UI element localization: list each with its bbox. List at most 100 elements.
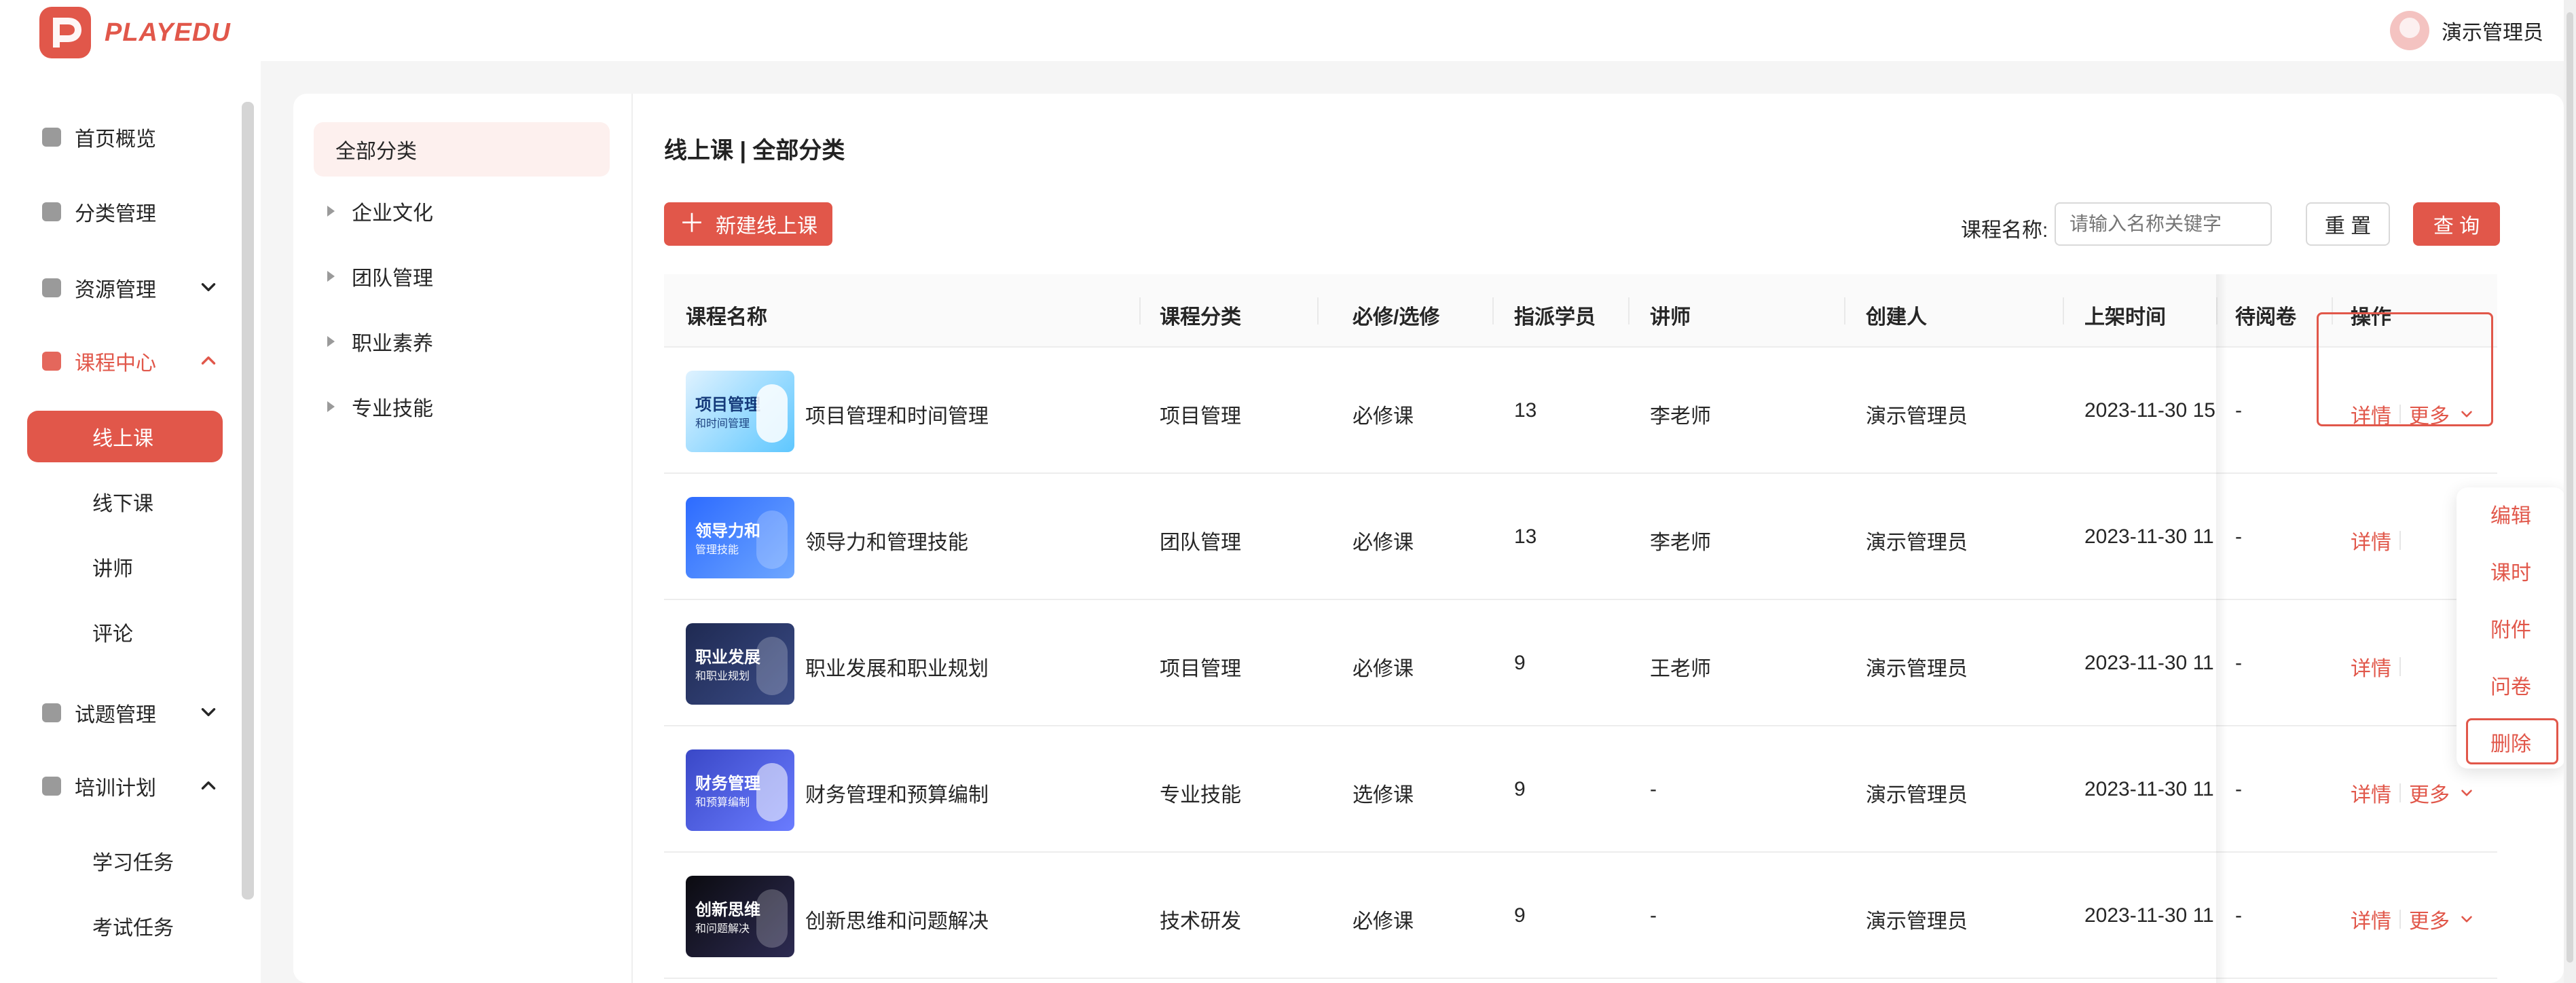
sidebar-subitem-label: 线上课 (92, 428, 153, 450)
thumb-subtitle: 管理技能 (695, 544, 739, 556)
sidebar-item-category[interactable]: 分类管理 (0, 187, 240, 236)
category-item[interactable]: 团队管理 (314, 255, 610, 297)
book-icon (42, 352, 61, 371)
course-category: 项目管理 (1160, 658, 1241, 680)
course-thumbnail[interactable]: 职业发展 和职业规划 (686, 623, 794, 705)
row-actions: 详情 更多 (2351, 778, 2476, 808)
course-required: 必修课 (1353, 910, 1414, 933)
thumb-decoration (756, 763, 788, 821)
sidebar-subitem-learning-tasks[interactable]: 学习任务 (27, 835, 223, 887)
action-divider (2399, 531, 2401, 550)
course-thumbnail[interactable]: 领导力和 管理技能 (686, 497, 794, 578)
course-name-search-input[interactable] (2055, 202, 2272, 246)
search-label: 课程名称: (1961, 219, 2048, 242)
more-link[interactable]: 更多 (2409, 399, 2450, 429)
sidebar-item-question-bank[interactable]: 试题管理 (0, 688, 240, 737)
sidebar-subitem-exam-tasks[interactable]: 考试任务 (27, 900, 223, 952)
course-creator: 演示管理员 (1866, 910, 1968, 933)
sidebar-scrollbar[interactable] (242, 102, 254, 899)
menu-item-edit[interactable]: 编辑 (2457, 493, 2565, 535)
course-teacher: 李老师 (1650, 405, 1711, 428)
course-thumbnail[interactable]: 创新思维 和问题解决 (686, 876, 794, 957)
page-title: 线上课 | 全部分类 (664, 138, 845, 164)
more-link[interactable]: 更多 (2409, 904, 2450, 934)
course-category: 项目管理 (1160, 405, 1241, 428)
courses-table: 课程名称 课程分类 必修/选修 指派学员 讲师 创建人 上架时间 待阅卷 操作 … (664, 274, 2497, 983)
header-divider (2063, 297, 2064, 324)
header-teacher: 讲师 (1650, 306, 1691, 329)
menu-item-attachments[interactable]: 附件 (2457, 607, 2565, 649)
user-menu[interactable]: 演示管理员 (2390, 10, 2543, 52)
chevron-down-icon[interactable] (2458, 910, 2476, 928)
course-thumbnail[interactable]: 项目管理 和时间管理 (686, 371, 794, 452)
caret-right-icon[interactable] (327, 271, 335, 282)
sidebar-item-home[interactable]: 首页概览 (0, 113, 240, 162)
caret-right-icon[interactable] (327, 336, 335, 347)
sidebar-item-resources[interactable]: 资源管理 (0, 263, 240, 312)
sidebar-item-label: 试题管理 (75, 704, 156, 726)
caret-right-icon[interactable] (327, 206, 335, 217)
avatar[interactable] (2390, 11, 2429, 50)
category-all[interactable]: 全部分类 (314, 122, 610, 177)
sidebar-subitem-comments[interactable]: 评论 (27, 606, 223, 658)
chevron-down-icon[interactable] (197, 276, 220, 299)
course-teacher: - (1650, 904, 1657, 927)
course-name[interactable]: 职业发展和职业规划 (805, 652, 989, 682)
thumb-title: 创新思维 (695, 901, 760, 919)
sidebar-subitem-label: 学习任务 (92, 852, 174, 874)
sidebar-item-label: 培训计划 (75, 777, 156, 800)
course-creator: 演示管理员 (1866, 532, 1968, 554)
sidebar-subitem-online-course[interactable]: 线上课 (27, 411, 223, 462)
caret-right-icon[interactable] (327, 401, 335, 412)
page-scrollbar[interactable] (2564, 0, 2576, 983)
course-assigned: 13 (1514, 399, 1537, 422)
chevron-up-icon[interactable] (197, 774, 220, 797)
chevron-down-icon[interactable] (2458, 405, 2476, 423)
thumb-title: 领导力和 (695, 522, 760, 540)
page-scrollbar-thumb[interactable] (2566, 12, 2573, 963)
category-item[interactable]: 职业素养 (314, 320, 610, 363)
course-category: 团队管理 (1160, 532, 1241, 554)
detail-link[interactable]: 详情 (2351, 525, 2391, 555)
course-pending: - (2235, 652, 2242, 674)
detail-link[interactable]: 详情 (2351, 778, 2391, 808)
course-assigned: 9 (1514, 904, 1526, 927)
reset-button[interactable]: 重 置 (2306, 202, 2390, 246)
course-thumbnail[interactable]: 财务管理 和预算编制 (686, 749, 794, 831)
course-pending: - (2235, 778, 2242, 800)
menu-item-questionnaire[interactable]: 问卷 (2457, 664, 2565, 706)
course-published-time: 2023-11-30 11 (2084, 652, 2214, 674)
category-label: 团队管理 (352, 267, 433, 290)
detail-link[interactable]: 详情 (2351, 652, 2391, 682)
sidebar-item-training-plan[interactable]: 培训计划 (0, 762, 240, 811)
menu-item-lessons[interactable]: 课时 (2457, 550, 2565, 592)
detail-link[interactable]: 详情 (2351, 904, 2391, 934)
course-name[interactable]: 项目管理和时间管理 (805, 399, 989, 429)
course-name[interactable]: 财务管理和预算编制 (805, 778, 989, 808)
chevron-down-icon[interactable] (197, 701, 220, 724)
sidebar-item-label: 课程中心 (75, 352, 156, 375)
course-required: 必修课 (1353, 405, 1414, 428)
detail-link[interactable]: 详情 (2351, 399, 2391, 429)
course-name[interactable]: 创新思维和问题解决 (805, 904, 989, 934)
chevron-down-icon[interactable] (2458, 784, 2476, 802)
action-divider (2399, 783, 2401, 802)
course-creator: 演示管理员 (1866, 784, 1968, 806)
header-course-name: 课程名称 (686, 306, 767, 329)
sidebar-subitem-offline-course[interactable]: 线下课 (27, 476, 223, 527)
category-item[interactable]: 专业技能 (314, 386, 610, 428)
more-link[interactable]: 更多 (2409, 778, 2450, 808)
content-card: 全部分类 企业文化 团队管理 职业素养 专业技能 线上课 | 全部分类 ＋ 新建… (293, 94, 2565, 983)
menu-item-delete[interactable]: 删除 (2457, 721, 2565, 763)
query-button[interactable]: 查 询 (2413, 202, 2500, 246)
sidebar-item-course-center[interactable]: 课程中心 (0, 337, 240, 386)
course-pending: - (2235, 399, 2242, 422)
sidebar-item-label: 分类管理 (75, 203, 156, 225)
sidebar-subitem-teacher[interactable]: 讲师 (27, 541, 223, 593)
header-category: 课程分类 (1160, 306, 1241, 329)
new-online-course-button[interactable]: ＋ 新建线上课 (664, 202, 832, 246)
course-name[interactable]: 领导力和管理技能 (805, 525, 968, 555)
brand[interactable]: PLAYEDU (39, 7, 231, 58)
chevron-up-icon[interactable] (197, 349, 220, 372)
category-item[interactable]: 企业文化 (314, 190, 610, 232)
